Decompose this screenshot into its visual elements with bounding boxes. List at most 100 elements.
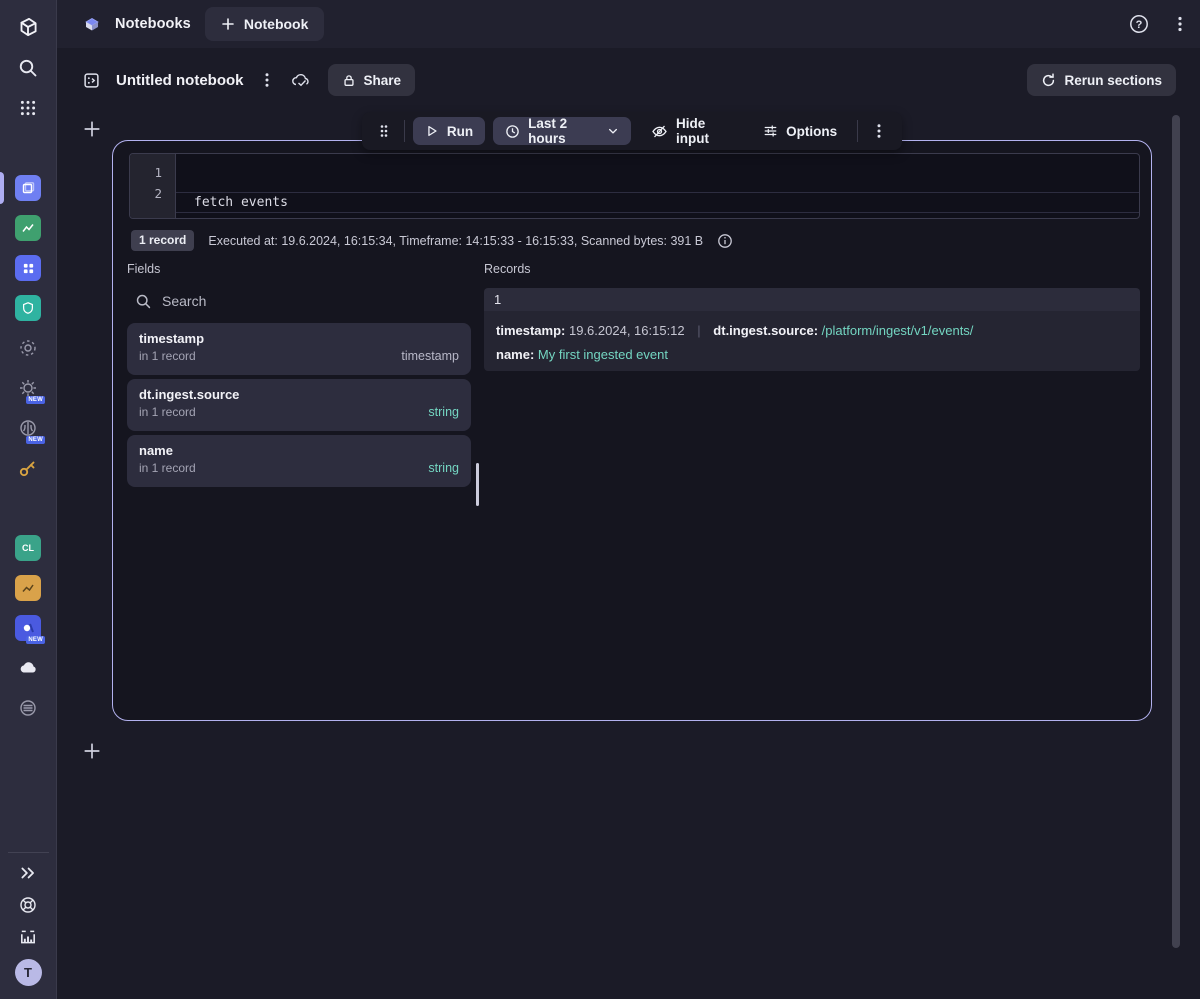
dashboards-tile-icon	[15, 215, 41, 241]
toolbar-divider	[404, 120, 405, 142]
new-badge: NEW	[26, 436, 45, 444]
notebook-sections-icon	[83, 72, 100, 89]
section-toolbar: Run Last 2 hours Hide input Options	[362, 112, 902, 150]
run-button[interactable]: Run	[413, 117, 485, 145]
profiling-tile-icon: NEW	[15, 415, 41, 441]
notebook-header: Untitled notebook Share Rerun sections	[57, 48, 1200, 112]
hide-input-label: Hide input	[676, 116, 731, 146]
app-launcher-grid-icon[interactable]	[11, 91, 45, 125]
drag-handle-icon[interactable]	[372, 123, 396, 139]
new-notebook-tab-label: Notebook	[244, 16, 309, 32]
eye-slash-icon	[651, 124, 668, 139]
hide-input-button[interactable]: Hide input	[639, 117, 743, 145]
notebook-title[interactable]: Untitled notebook	[116, 72, 244, 89]
info-icon[interactable]	[717, 233, 733, 249]
execution-summary: Executed at: 19.6.2024, 16:15:34, Timefr…	[208, 234, 703, 248]
rerun-sections-button[interactable]: Rerun sections	[1027, 64, 1176, 96]
records-panel-heading: Records	[484, 262, 531, 276]
sidebar: NEW NEW CL NEW	[0, 0, 57, 999]
field-count: in 1 record	[139, 349, 196, 363]
field-name: dt.ingest.source	[139, 387, 459, 402]
timeframe-selector[interactable]: Last 2 hours	[493, 117, 631, 145]
editor-gutter: 1 2	[130, 154, 176, 218]
dynatrace-logo-icon[interactable]	[11, 10, 45, 44]
notebooks-tile-icon	[15, 175, 41, 201]
line-number: 2	[130, 183, 175, 204]
sidebar-item-clouds[interactable]	[11, 291, 45, 325]
avatar-initial: T	[15, 959, 42, 986]
share-button[interactable]: Share	[328, 64, 416, 96]
cloud-services-tile-icon	[15, 655, 41, 681]
field-count: in 1 record	[139, 461, 196, 475]
new-notebook-tab[interactable]: Notebook	[205, 7, 325, 41]
field-type: timestamp	[401, 349, 459, 363]
result-meta-row: 1 record Executed at: 19.6.2024, 16:15:3…	[131, 230, 733, 251]
refresh-icon	[1041, 73, 1056, 88]
section-kebab-menu-icon[interactable]	[866, 123, 892, 139]
record-key: name:	[496, 347, 534, 362]
panel-resize-handle[interactable]	[476, 463, 479, 506]
sidebar-item-access-tokens[interactable]	[11, 451, 45, 485]
sidebar-item-settings[interactable]	[11, 331, 45, 365]
fields-search	[135, 289, 465, 313]
add-section-below-icon[interactable]	[83, 742, 101, 760]
page-scrollbar[interactable]	[1172, 115, 1180, 948]
dql-editor[interactable]: 1 2 fetch events | filter name == "My fi…	[129, 153, 1140, 219]
field-card-timestamp[interactable]: timestamp in 1 record timestamp	[127, 323, 471, 375]
editor-code-area[interactable]: fetch events | filter name == "My first …	[176, 154, 1139, 218]
plus-icon	[221, 17, 235, 31]
add-section-above-icon[interactable]	[83, 120, 101, 138]
sidebar-item-business-analytics[interactable]	[11, 571, 45, 605]
toolbar-divider	[857, 120, 858, 142]
code-line-1: fetch events	[176, 192, 1139, 213]
sidebar-item-hub[interactable]	[11, 691, 45, 725]
field-card-dt-ingest-source[interactable]: dt.ingest.source in 1 record string	[127, 379, 471, 431]
topbar-kebab-menu-icon[interactable]	[1172, 15, 1188, 33]
settings-tile-icon	[15, 335, 41, 361]
sidebar-item-automations[interactable]: NEW	[11, 371, 45, 405]
field-type: string	[428, 461, 459, 475]
expand-sidebar-icon[interactable]	[11, 856, 45, 890]
record-value: My first ingested event	[538, 347, 668, 362]
line-number: 1	[130, 162, 175, 183]
record-line-2: name: My first ingested event	[496, 343, 1128, 367]
options-button[interactable]: Options	[751, 117, 849, 145]
sidebar-divider	[8, 852, 49, 853]
record-count-badge: 1 record	[131, 230, 194, 251]
support-icon[interactable]	[11, 888, 45, 922]
notebook-kebab-menu-icon[interactable]	[260, 72, 274, 88]
sidebar-item-extensions[interactable]	[11, 251, 45, 285]
help-icon[interactable]: ?	[1128, 13, 1150, 35]
business-analytics-tile-icon	[15, 575, 41, 601]
user-avatar[interactable]: T	[11, 955, 45, 989]
search-icon	[135, 293, 152, 310]
notebook-section: 1 2 fetch events | filter name == "My fi…	[112, 140, 1152, 721]
product-label: Notebooks	[115, 16, 191, 32]
fields-search-input[interactable]	[162, 293, 422, 309]
hub-tile-icon	[15, 695, 41, 721]
sidebar-item-profiling[interactable]: NEW	[11, 411, 45, 445]
record-row-index: 1	[494, 292, 501, 307]
record-key: timestamp:	[496, 323, 565, 338]
automations-tile-icon: NEW	[15, 375, 41, 401]
record-row-body[interactable]: timestamp: 19.6.2024, 16:15:12 | dt.inge…	[484, 311, 1140, 371]
field-count: in 1 record	[139, 405, 196, 419]
options-label: Options	[786, 124, 837, 139]
record-key: dt.ingest.source:	[713, 323, 818, 338]
sidebar-item-dashboards[interactable]	[11, 211, 45, 245]
record-row-header[interactable]: 1	[484, 288, 1140, 311]
sidebar-item-cloud-services[interactable]	[11, 651, 45, 685]
run-button-label: Run	[447, 124, 473, 139]
new-badge: NEW	[26, 636, 45, 644]
field-card-name[interactable]: name in 1 record string	[127, 435, 471, 487]
sidebar-item-notebooks[interactable]	[11, 171, 45, 205]
sidebar-item-davis[interactable]: NEW	[11, 611, 45, 645]
search-icon[interactable]	[11, 51, 45, 85]
share-button-label: Share	[364, 73, 402, 88]
sidebar-item-logs[interactable]: CL	[11, 531, 45, 565]
access-key-tile-icon	[15, 455, 41, 481]
lock-icon	[342, 73, 356, 88]
fields-panel-heading: Fields	[127, 262, 160, 276]
usage-summary-icon[interactable]	[11, 920, 45, 954]
extensions-tile-icon	[15, 255, 41, 281]
